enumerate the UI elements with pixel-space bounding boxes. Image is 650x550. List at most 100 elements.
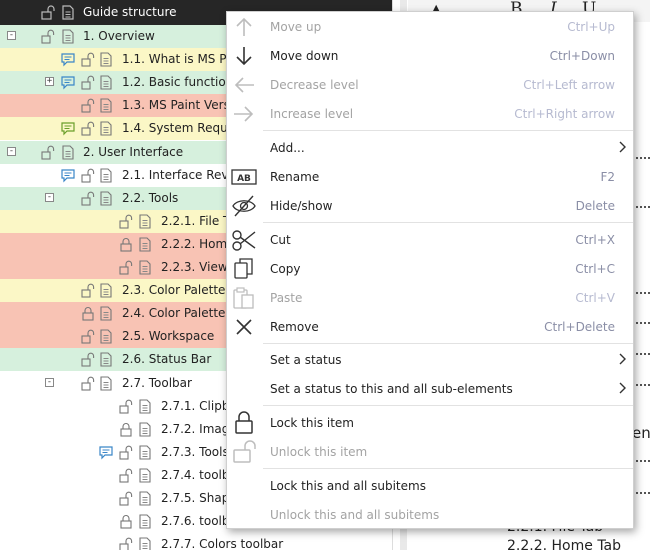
collapse-toggle[interactable]: - [7, 31, 16, 40]
document-icon [61, 29, 75, 44]
unlock-icon[interactable] [41, 5, 55, 20]
document-icon [138, 514, 152, 529]
expand-toggle[interactable]: + [45, 77, 54, 87]
rename-icon: AB [231, 165, 257, 189]
tree-row-label: 1.4. System Require [122, 121, 244, 136]
menu-cut[interactable]: Cut Ctrl+X [227, 225, 633, 254]
arrow-right-icon [231, 102, 257, 126]
chevron-right-icon [617, 382, 627, 394]
svg-text:AB: AB [237, 174, 251, 184]
unlock-icon[interactable] [119, 537, 133, 550]
document-icon [99, 168, 113, 183]
lock-icon[interactable] [81, 306, 95, 321]
paste-icon [231, 286, 257, 310]
unlock-icon[interactable] [119, 445, 133, 460]
collapse-toggle[interactable]: - [45, 192, 54, 202]
document-icon [99, 191, 113, 206]
unlock-icon[interactable] [119, 260, 133, 275]
document-icon [99, 98, 113, 113]
comment-icon[interactable] [61, 52, 75, 67]
collapse-toggle[interactable]: - [45, 377, 54, 387]
document-icon [138, 237, 152, 252]
menu-paste[interactable]: Paste Ctrl+V [227, 283, 633, 312]
tree-row-label: 1.3. MS Paint Versio [122, 98, 241, 113]
menu-separator [263, 405, 633, 406]
menu-move-up[interactable]: Move up Ctrl+Up [227, 12, 633, 41]
unlock-icon[interactable] [81, 352, 95, 367]
document-icon [99, 75, 113, 90]
toc-leader-dots [632, 157, 650, 159]
menu-unlock-item[interactable]: Unlock this item [227, 437, 633, 466]
unlock-icon[interactable] [119, 491, 133, 506]
menu-unlock-all[interactable]: Unlock this and all subitems [227, 500, 633, 529]
close-icon [231, 315, 257, 339]
comment-icon[interactable] [61, 121, 75, 136]
comment-icon[interactable] [61, 75, 75, 90]
unlock-icon[interactable] [119, 214, 133, 229]
document-icon [61, 5, 75, 20]
tree-row[interactable]: 2.7.7. Colors toolbar [0, 533, 392, 550]
document-icon [138, 491, 152, 506]
lock-icon[interactable] [119, 237, 133, 252]
arrow-left-icon [231, 73, 257, 97]
comment-icon[interactable] [99, 445, 113, 460]
toc-leader-dots [632, 384, 650, 386]
document-icon [99, 329, 113, 344]
document-icon [138, 260, 152, 275]
doc-text-fragment: ent [632, 424, 650, 442]
lock-icon[interactable] [119, 514, 133, 529]
chevron-right-icon [617, 141, 627, 153]
unlock-icon[interactable] [81, 329, 95, 344]
copy-icon [231, 257, 257, 281]
toc-leader-dots [632, 353, 650, 355]
menu-hide-show[interactable]: Hide/show Delete [227, 191, 633, 220]
unlock-icon[interactable] [81, 52, 95, 67]
menu-set-status-all[interactable]: Set a status to this and all sub-element… [227, 374, 633, 403]
menu-lock-item[interactable]: Lock this item [227, 408, 633, 437]
document-icon [138, 445, 152, 460]
document-icon [99, 352, 113, 367]
toc-leader-dots [632, 322, 650, 324]
tree-title: Guide structure [83, 5, 177, 19]
document-icon [138, 214, 152, 229]
unlock-icon[interactable] [81, 121, 95, 136]
menu-copy[interactable]: Copy Ctrl+C [227, 254, 633, 283]
arrow-up-icon [231, 15, 257, 39]
lock-icon [231, 411, 257, 435]
menu-move-down[interactable]: Move down Ctrl+Down [227, 41, 633, 70]
tree-row-label: 2.2. Tools [122, 190, 179, 205]
unlock-icon[interactable] [81, 168, 95, 183]
tree-row-label: 2.2.1. File Ta [161, 213, 236, 228]
unlock-icon[interactable] [81, 283, 95, 298]
unlock-icon[interactable] [119, 399, 133, 414]
tree-row-label: 2. User Interface [83, 144, 184, 159]
document-icon [138, 537, 152, 550]
document-icon [138, 468, 152, 483]
chevron-right-icon [617, 353, 627, 365]
unlock-icon[interactable] [119, 468, 133, 483]
collapse-toggle[interactable]: - [7, 146, 16, 156]
menu-rename[interactable]: AB Rename F2 [227, 162, 633, 191]
tree-row-label: 2.4. Color Palette In [122, 306, 241, 321]
menu-increase-level[interactable]: Increase level Ctrl+Right arrow [227, 99, 633, 128]
document-icon [99, 121, 113, 136]
unlock-icon[interactable] [81, 191, 95, 206]
menu-lock-all[interactable]: Lock this and all subitems [227, 471, 633, 500]
unlock-icon[interactable] [81, 98, 95, 113]
document-icon [138, 422, 152, 437]
unlock-icon[interactable] [41, 145, 55, 160]
lock-icon[interactable] [119, 422, 133, 437]
arrow-down-icon [231, 44, 257, 68]
comment-icon[interactable] [61, 168, 75, 183]
unlock-icon[interactable] [81, 75, 95, 90]
menu-add[interactable]: Add... [227, 133, 633, 162]
unlock-icon[interactable] [81, 376, 95, 391]
document-icon [138, 399, 152, 414]
unlock-icon[interactable] [41, 29, 55, 44]
menu-separator [263, 468, 633, 469]
menu-decrease-level[interactable]: Decrease level Ctrl+Left arrow [227, 70, 633, 99]
menu-set-status[interactable]: Set a status [227, 345, 633, 374]
menu-remove[interactable]: Remove Ctrl+Delete [227, 312, 633, 341]
menu-separator [263, 222, 633, 223]
tree-row-label: 2.3. Color Palette [122, 283, 226, 298]
